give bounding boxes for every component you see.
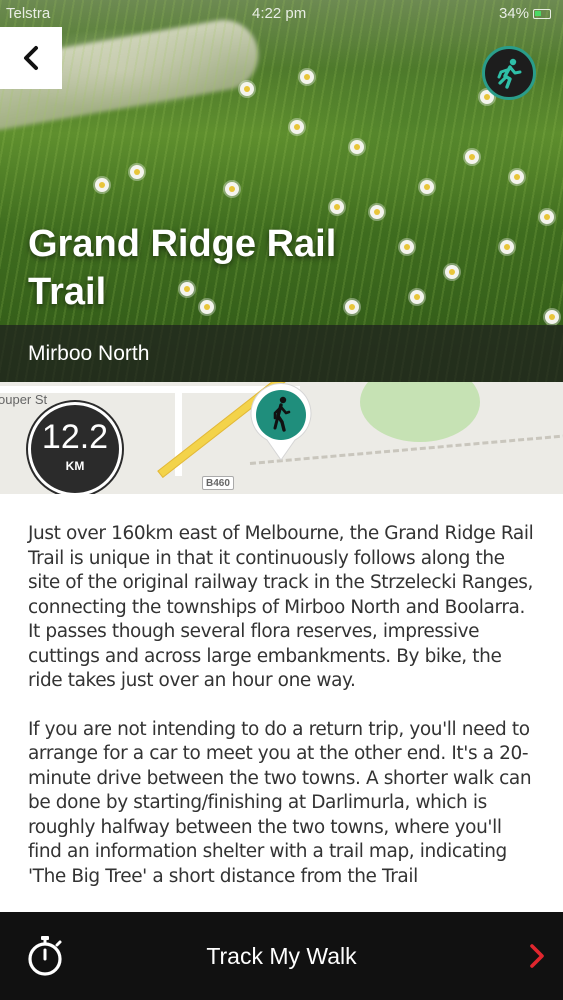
flower: [290, 120, 304, 134]
flower: [540, 210, 554, 224]
flower: [300, 70, 314, 84]
map-pin-icon: [250, 383, 312, 461]
chevron-left-icon: [24, 46, 38, 70]
distance-unit: KM: [65, 459, 85, 473]
flower: [510, 170, 524, 184]
flower: [500, 240, 514, 254]
running-person-icon: [497, 58, 522, 89]
flower: [350, 140, 364, 154]
flower: [545, 310, 559, 324]
flower: [410, 290, 424, 304]
battery-icon: [533, 9, 551, 19]
trail-map-pin[interactable]: [249, 382, 313, 462]
flower: [445, 265, 459, 279]
activity-type-button[interactable]: [482, 46, 536, 100]
flower: [240, 82, 254, 96]
flower: [330, 200, 344, 214]
track-my-walk-button[interactable]: Track My Walk: [0, 912, 563, 1000]
trail-map[interactable]: ouper St B460 12.2 KM: [0, 382, 563, 494]
description-paragraph: Just over 160km east of Melbourne, the G…: [28, 523, 534, 691]
map-park-area: [360, 382, 480, 442]
carrier-label: Telstra: [6, 5, 51, 22]
location-label: Mirboo North: [28, 342, 150, 365]
flower: [95, 178, 109, 192]
trail-description: Just over 160km east of Melbourne, the G…: [28, 522, 538, 913]
chevron-right-icon: [530, 944, 544, 968]
flower: [225, 182, 239, 196]
clock: 4:22 pm: [252, 5, 307, 22]
trail-title: Grand Ridge Rail Trail: [28, 223, 337, 313]
back-button[interactable]: [0, 27, 62, 89]
battery-percentage: 34%: [498, 5, 529, 22]
flower: [400, 240, 414, 254]
track-my-walk-label: Track My Walk: [206, 943, 357, 969]
flower: [370, 205, 384, 219]
hero-image: Telstra 4:22 pm 34% Grand Ridge Rail Tra…: [0, 0, 563, 382]
location-bar: Mirboo North: [0, 325, 563, 382]
distance-value: 12.2: [41, 418, 109, 456]
status-bar: Telstra 4:22 pm 34%: [0, 0, 563, 28]
distance-badge: 12.2 KM: [28, 402, 122, 494]
flower: [465, 150, 479, 164]
description-paragraph: If you are not intending to do a return …: [28, 718, 532, 887]
map-road-shield: B460: [202, 476, 234, 490]
flower: [130, 165, 144, 179]
map-street-label: ouper St: [0, 392, 48, 407]
flower: [420, 180, 434, 194]
